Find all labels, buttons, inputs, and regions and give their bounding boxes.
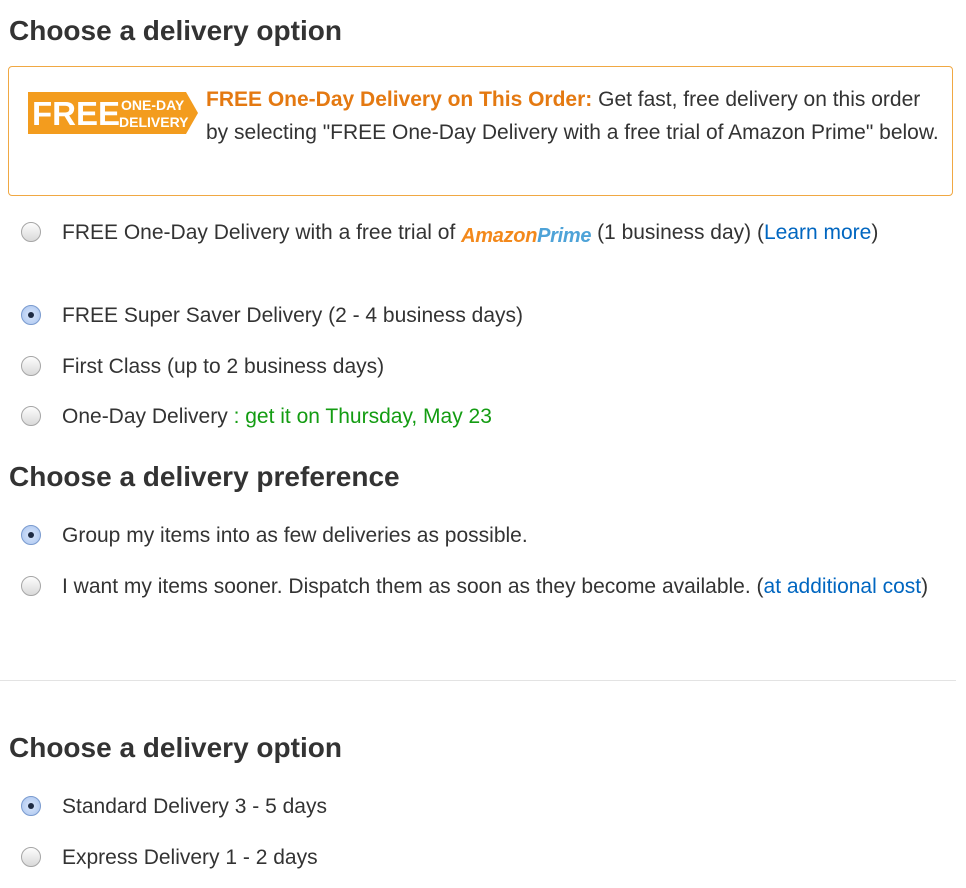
radio-button-selected[interactable] (21, 525, 41, 545)
option-label: Express Delivery 1 - 2 days (62, 846, 318, 869)
svg-text:ONE-DAY: ONE-DAY (121, 97, 185, 113)
option-label: I want my items sooner. Dispatch them as… (62, 575, 929, 598)
second-delivery-option-heading: Choose a delivery option (9, 732, 342, 763)
delivery-date-note: : get it on Thursday, May 23 (233, 405, 492, 428)
radio-express-delivery[interactable]: Express Delivery 1 - 2 days (19, 841, 954, 874)
radio-button[interactable] (21, 222, 41, 242)
free-one-day-delivery-badge: FREE ONE-DAY DELIVERY (28, 92, 198, 134)
prime-promo-box: FREE ONE-DAY DELIVERY FREE One-Day Deliv… (8, 66, 953, 196)
option-label: First Class (up to 2 business days) (62, 355, 385, 378)
option-label: FREE Super Saver Delivery (2 - 4 busines… (62, 304, 524, 327)
radio-button-selected[interactable] (21, 305, 41, 325)
amazon-prime-logo: AmazonPrime (461, 225, 592, 247)
radio-items-sooner[interactable]: I want my items sooner. Dispatch them as… (19, 570, 954, 603)
additional-cost-link[interactable]: at additional cost (764, 575, 922, 598)
svg-text:FREE: FREE (32, 95, 120, 132)
radio-button[interactable] (21, 406, 41, 426)
promo-message: FREE One-Day Delivery on This Order: Get… (206, 83, 941, 149)
radio-one-day-delivery[interactable]: One-Day Delivery : get it on Thursday, M… (19, 400, 954, 433)
radio-button[interactable] (21, 576, 41, 596)
radio-standard-delivery[interactable]: Standard Delivery 3 - 5 days (19, 790, 954, 823)
option-label: One-Day Delivery : get it on Thursday, M… (62, 405, 492, 428)
section-divider (0, 680, 956, 681)
promo-headline: FREE One-Day Delivery on This Order: (206, 88, 593, 111)
option-label: FREE One-Day Delivery with a free trial … (62, 216, 954, 253)
option-label: Group my items into as few deliveries as… (62, 524, 528, 547)
svg-text:DELIVERY: DELIVERY (119, 114, 189, 130)
radio-group-items[interactable]: Group my items into as few deliveries as… (19, 519, 954, 552)
learn-more-link[interactable]: Learn more (764, 221, 871, 244)
delivery-preference-heading: Choose a delivery preference (9, 461, 400, 492)
option-label: Standard Delivery 3 - 5 days (62, 795, 327, 818)
radio-first-class[interactable]: First Class (up to 2 business days) (19, 350, 954, 383)
radio-free-one-day-prime-trial[interactable]: FREE One-Day Delivery with a free trial … (19, 216, 954, 253)
delivery-option-heading: Choose a delivery option (9, 15, 342, 46)
radio-button[interactable] (21, 847, 41, 867)
radio-super-saver-delivery[interactable]: FREE Super Saver Delivery (2 - 4 busines… (19, 299, 954, 332)
radio-button[interactable] (21, 356, 41, 376)
radio-button-selected[interactable] (21, 796, 41, 816)
